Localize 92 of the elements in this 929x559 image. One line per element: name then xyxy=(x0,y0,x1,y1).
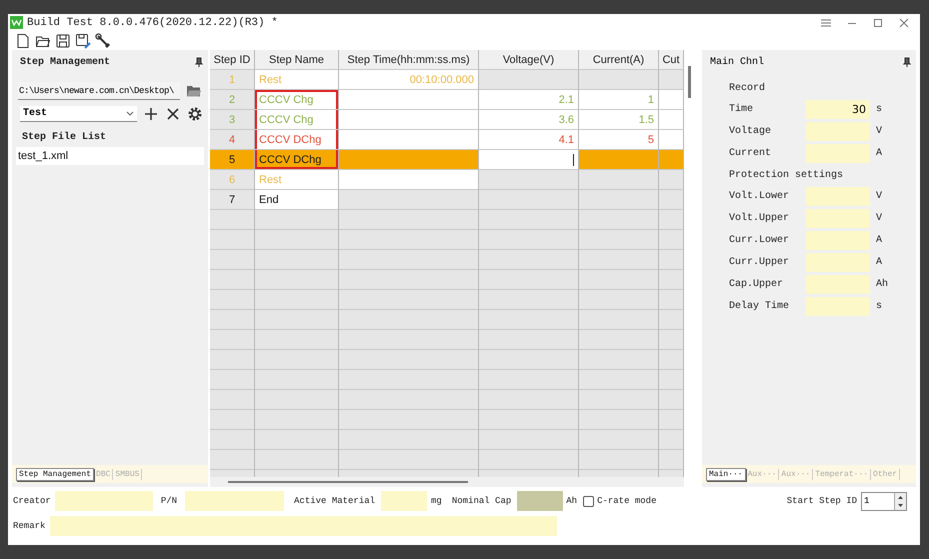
spin-box[interactable]: 1 xyxy=(861,492,907,510)
material-field[interactable] xyxy=(381,491,428,511)
unit-label: V xyxy=(876,213,882,224)
wrench-icon[interactable] xyxy=(95,32,111,48)
field-label: Curr.Lower xyxy=(729,235,790,246)
unit-label: V xyxy=(876,191,882,202)
table-cell: 5 xyxy=(579,130,659,150)
file-list-item[interactable]: test_1.xml xyxy=(16,147,204,165)
field-label: Volt.Lower xyxy=(729,191,790,202)
table-cell: Rest xyxy=(255,170,339,190)
pin-icon xyxy=(194,57,204,67)
panel-tab[interactable]: Main··· xyxy=(706,468,746,480)
section-title: Step File List xyxy=(21,130,108,145)
column-header[interactable]: Step ID xyxy=(210,50,255,70)
table-row[interactable]: 7 End xyxy=(210,190,684,210)
input-field[interactable] xyxy=(806,297,870,316)
field-label: Volt.Upper xyxy=(729,213,790,224)
column-header[interactable]: Voltage(V) xyxy=(479,50,579,70)
field-label: Active Material xyxy=(294,496,376,506)
table-row[interactable]: 5 CCCV DChg xyxy=(210,150,684,170)
table-cell: CCCV DChg xyxy=(255,150,339,170)
profile-dropdown[interactable]: Test xyxy=(20,106,137,122)
field-label: Cap.Upper xyxy=(729,279,784,290)
table-cell: 1 xyxy=(579,90,659,110)
field-label: Start Step ID xyxy=(786,496,857,506)
table-cell: 5 xyxy=(210,150,255,170)
table-row[interactable]: 4 CCCV DChg 4.1 5 xyxy=(210,130,684,150)
unit-label: A xyxy=(876,257,882,268)
input-field[interactable] xyxy=(806,231,870,250)
window-title: Build Test 8.0.0.476(2020.12.22)(R3) * xyxy=(27,16,279,28)
save-as-icon[interactable] xyxy=(75,32,91,48)
table-cell: CCCV Chg xyxy=(255,90,339,110)
table-cell xyxy=(659,150,684,170)
horizontal-scrollbar[interactable] xyxy=(210,477,684,487)
input-field[interactable] xyxy=(806,144,870,163)
section-label: Protection settings xyxy=(729,168,844,182)
field-label: Creator xyxy=(13,496,51,506)
input-field[interactable] xyxy=(806,187,870,206)
field-label: Delay Time xyxy=(729,301,790,312)
save-icon[interactable] xyxy=(55,32,71,48)
path-field[interactable]: C:\Users\neware.com.cn\Desktop\ xyxy=(18,82,180,100)
unit-label: A xyxy=(876,235,882,246)
table-cell: CCCV Chg xyxy=(255,110,339,130)
column-header[interactable]: Step Time(hh:mm:ss.ms) xyxy=(339,50,479,70)
close-icon[interactable] xyxy=(165,106,181,122)
input-field[interactable] xyxy=(806,209,870,228)
section-label: Record xyxy=(729,82,766,96)
column-header[interactable]: Current(A) xyxy=(579,50,659,70)
panel-tab[interactable]: Step Management xyxy=(16,468,94,480)
panel-title: Main Chnl xyxy=(710,56,764,68)
table-cell: CCCV DChg xyxy=(255,130,339,150)
field-label: Remark xyxy=(13,521,46,531)
table-cell: Rest xyxy=(255,70,339,90)
table-cell: 00:10:00.000 xyxy=(339,70,479,90)
pn-field[interactable] xyxy=(185,491,284,511)
field-label: P/N xyxy=(160,496,178,506)
unit-label: Ah xyxy=(566,496,578,506)
input-field[interactable] xyxy=(806,253,870,272)
table-cell: 2.1 xyxy=(479,90,579,110)
field-label: Nominal Cap xyxy=(452,496,512,506)
table-cell: 4.1 xyxy=(479,130,579,150)
creator-field[interactable] xyxy=(54,491,153,511)
table-cell: 1.5 xyxy=(579,110,659,130)
unit-label: V xyxy=(876,126,882,137)
gear-icon[interactable] xyxy=(187,106,203,122)
table-cell xyxy=(659,110,684,130)
column-header[interactable]: Cut xyxy=(659,50,684,70)
table-cell: End xyxy=(255,190,339,210)
table-cell xyxy=(659,90,684,110)
input-field[interactable] xyxy=(806,122,870,141)
column-header[interactable]: Step Name xyxy=(255,50,339,70)
chevron-down-icon xyxy=(126,110,134,116)
field-label: Time xyxy=(729,104,754,115)
table-cell[interactable] xyxy=(479,150,579,170)
checkbox-label: C-rate mode xyxy=(597,496,656,506)
field-label: Voltage xyxy=(729,126,772,137)
field-label: Curr.Upper xyxy=(729,257,790,268)
input-field[interactable]: 30 xyxy=(806,100,870,119)
unit-label: s xyxy=(876,104,882,115)
table-cell: 3.6 xyxy=(479,110,579,130)
pin-icon xyxy=(902,57,912,67)
table-cell xyxy=(659,130,684,150)
unit-label: mg xyxy=(431,496,442,506)
panel-title: Step Management xyxy=(20,56,110,68)
remark-field[interactable] xyxy=(50,516,558,536)
checkbox[interactable] xyxy=(583,496,594,506)
unit-label: Ah xyxy=(876,279,888,290)
unit-label: A xyxy=(876,148,882,159)
unit-label: s xyxy=(876,301,882,312)
field-label: Current xyxy=(729,148,772,159)
input-field[interactable] xyxy=(806,275,870,294)
plus-icon[interactable] xyxy=(143,106,159,122)
